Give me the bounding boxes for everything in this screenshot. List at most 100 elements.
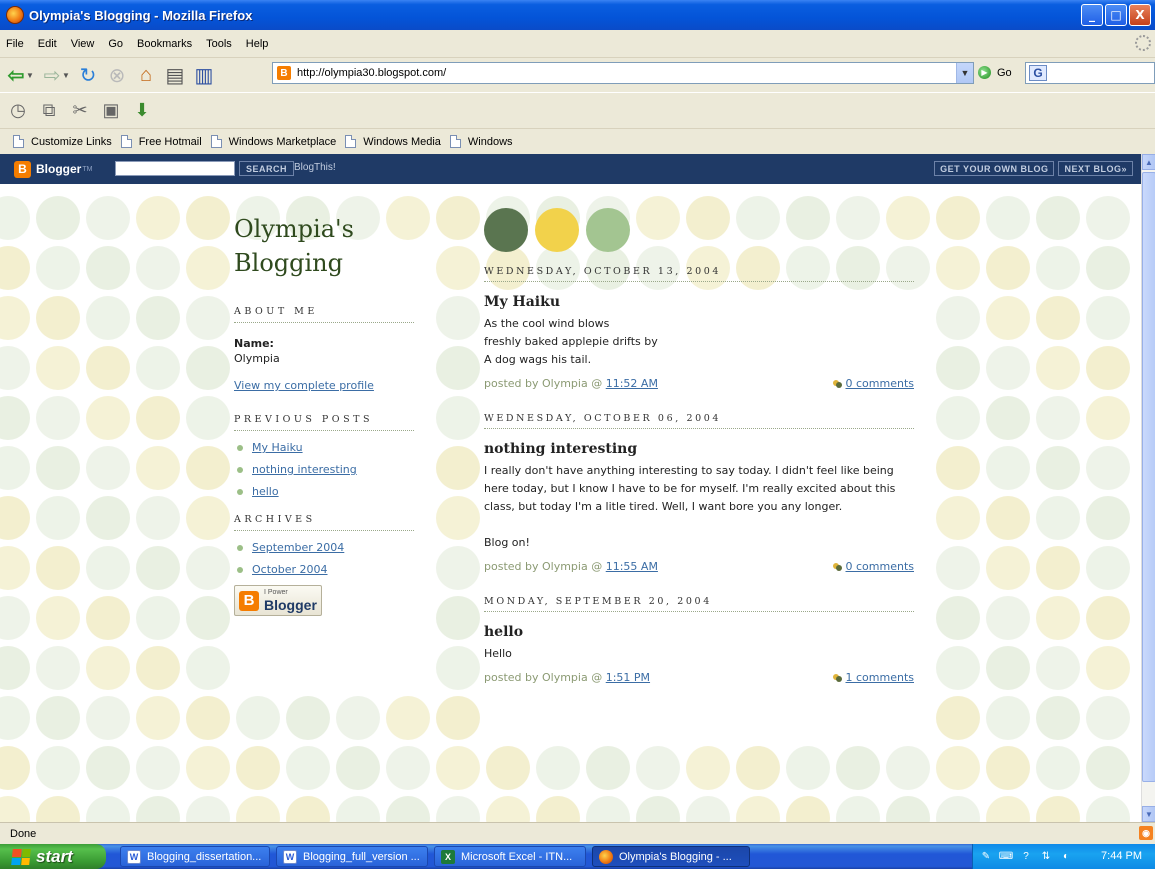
print-icon[interactable]: ▤	[162, 62, 188, 88]
blogger-search-button[interactable]: SEARCH	[239, 161, 295, 176]
background-dot	[886, 746, 930, 790]
cut-icon[interactable]: ✂	[67, 98, 93, 124]
copy-icon[interactable]: ⧉	[36, 98, 62, 124]
scrollbar-thumb[interactable]	[1142, 172, 1155, 782]
forward-dropdown-icon[interactable]: ▼	[62, 71, 72, 80]
go-button[interactable]: ▶ Go	[978, 66, 1012, 79]
volume-icon[interactable]: ◐	[1059, 850, 1073, 864]
taskbar-button-firefox[interactable]: Olympia's Blogging - ...	[592, 846, 750, 867]
background-dot	[1086, 346, 1130, 390]
search-box[interactable]: G	[1025, 62, 1155, 84]
background-dot	[136, 446, 180, 490]
background-dot	[336, 696, 380, 740]
comments-link[interactable]: 0 comments	[846, 377, 915, 390]
list-item: My Haiku	[234, 441, 414, 454]
menu-file[interactable]: File	[0, 38, 31, 50]
taskbar-button-excel[interactable]: X Microsoft Excel - ITN...	[434, 846, 586, 867]
background-dot	[936, 496, 980, 540]
name-value: Olympia	[234, 352, 280, 365]
menu-view[interactable]: View	[64, 38, 102, 50]
archive-link[interactable]: October 2004	[252, 563, 328, 576]
minimize-button[interactable]: _	[1081, 4, 1103, 26]
paste-icon[interactable]: ▣	[98, 98, 124, 124]
address-bar[interactable]: B http://olympia30.blogspot.com/ ▼	[272, 62, 974, 84]
background-dot	[186, 596, 230, 640]
link-customize-links[interactable]: Customize Links	[13, 135, 112, 148]
background-dot	[336, 746, 380, 790]
url-text[interactable]: http://olympia30.blogspot.com/	[297, 67, 446, 79]
scroll-up-icon[interactable]: ▲	[1142, 154, 1155, 170]
background-dot	[136, 746, 180, 790]
vertical-scrollbar[interactable]: ▲ ▼	[1141, 154, 1155, 822]
link-windows-media[interactable]: Windows Media	[345, 135, 441, 148]
previous-post-link[interactable]: My Haiku	[252, 441, 303, 454]
menu-help[interactable]: Help	[239, 38, 276, 50]
menu-bookmarks[interactable]: Bookmarks	[130, 38, 199, 50]
background-dot	[986, 696, 1030, 740]
link-windows-marketplace[interactable]: Windows Marketplace	[210, 135, 336, 148]
blogger-logo[interactable]: B Blogger TM	[14, 160, 92, 178]
blogger-search-input[interactable]	[115, 161, 235, 176]
background-dot	[936, 546, 980, 590]
maximize-button[interactable]: □	[1105, 4, 1127, 26]
rss-feed-icon[interactable]: ◉	[1139, 826, 1153, 840]
links-toolbar: Customize Links Free Hotmail Windows Mar…	[0, 128, 1155, 154]
get-your-own-blog-button[interactable]: GET YOUR OWN BLOG	[934, 161, 1055, 176]
taskbar-button-word-2[interactable]: W Blogging_full_version ...	[276, 846, 428, 867]
post-permalink[interactable]: 1:51 PM	[606, 671, 650, 684]
view-profile-link[interactable]: View my complete profile	[234, 379, 414, 392]
link-free-hotmail[interactable]: Free Hotmail	[120, 135, 202, 148]
stop-icon[interactable]: ⊗	[104, 62, 130, 88]
post: WEDNESDAY, OCTOBER 06, 2004 nothing inte…	[484, 413, 914, 578]
background-dot	[586, 746, 630, 790]
page-viewport[interactable]: B Blogger TM SEARCH BlogThis! GET YOUR O…	[0, 154, 1141, 822]
reload-icon[interactable]: ↻	[75, 62, 101, 88]
taskbar-clock: 7:44 PM	[1101, 850, 1142, 862]
archive-link[interactable]: September 2004	[252, 541, 344, 554]
bookmarks-icon[interactable]: ▥	[191, 62, 217, 88]
windows-flag-icon	[11, 848, 31, 865]
background-dot	[936, 446, 980, 490]
start-button[interactable]: start	[0, 844, 106, 869]
post-footer: posted by Olympia @ 1:51 PM 1 comments	[484, 671, 915, 684]
close-button[interactable]: X	[1129, 4, 1151, 26]
history-clock-icon[interactable]: ◷	[5, 98, 31, 124]
menu-edit[interactable]: Edit	[31, 38, 64, 50]
background-dot	[286, 746, 330, 790]
background-dot	[1086, 446, 1130, 490]
taskbar-button-word-1[interactable]: W Blogging_dissertation...	[120, 846, 270, 867]
url-dropdown-icon[interactable]: ▼	[956, 63, 973, 83]
menu-tools[interactable]: Tools	[199, 38, 239, 50]
help-icon[interactable]: ?	[1019, 850, 1033, 864]
powered-by-blogger-badge[interactable]: B I Power Blogger	[234, 585, 322, 616]
link-windows[interactable]: Windows	[449, 135, 513, 148]
background-dot	[186, 496, 230, 540]
blogger-b-icon: B	[14, 160, 31, 178]
home-icon[interactable]: ⌂	[133, 62, 159, 88]
comments-link[interactable]: 1 comments	[846, 671, 915, 684]
keyboard-icon[interactable]: ⌨	[999, 850, 1013, 864]
background-dot	[136, 646, 180, 690]
next-blog-button[interactable]: NEXT BLOG»	[1058, 161, 1133, 176]
comments-link[interactable]: 0 comments	[846, 560, 915, 573]
download-icon[interactable]: ⬇	[129, 98, 155, 124]
post-permalink[interactable]: 11:55 AM	[606, 560, 658, 573]
pen-icon[interactable]: ✎	[979, 850, 993, 864]
search-engine-icon[interactable]: G	[1029, 65, 1047, 81]
background-dot	[36, 496, 80, 540]
background-dot	[836, 796, 880, 822]
background-dot	[936, 796, 980, 822]
background-dot	[436, 496, 480, 540]
blog-title[interactable]: Olympia's Blogging	[234, 212, 414, 280]
network-icon[interactable]: ⇅	[1039, 850, 1053, 864]
previous-post-link[interactable]: hello	[252, 485, 279, 498]
back-dropdown-icon[interactable]: ▼	[26, 71, 36, 80]
page-icon	[120, 135, 132, 148]
menu-go[interactable]: Go	[101, 38, 130, 50]
post-permalink[interactable]: 11:52 AM	[606, 377, 658, 390]
blogthis-link[interactable]: BlogThis!	[294, 162, 336, 173]
background-dot	[0, 346, 30, 390]
scroll-down-icon[interactable]: ▼	[1142, 806, 1155, 822]
previous-post-link[interactable]: nothing interesting	[252, 463, 357, 476]
background-dot	[0, 696, 30, 740]
